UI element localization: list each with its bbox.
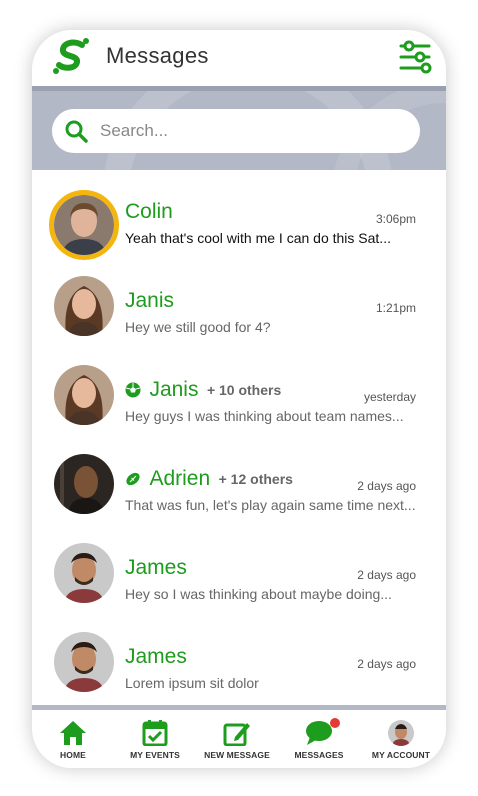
home-icon xyxy=(60,721,86,745)
conversation-title: James xyxy=(125,645,187,673)
filter-settings-icon[interactable] xyxy=(398,40,432,74)
football-icon xyxy=(126,472,140,486)
conversation-item[interactable]: James 2 days ago Lorem ipsum sit dolor xyxy=(32,615,446,703)
nav-label: MY EVENTS xyxy=(130,750,180,760)
contact-name: Janis xyxy=(125,289,175,312)
avatar xyxy=(54,454,114,514)
conversation-title: Colin xyxy=(125,200,173,228)
avatar xyxy=(388,720,414,746)
conversation-list: Colin 3:06pm Yeah that's cool with me I … xyxy=(32,170,446,705)
conversation-title: Janis + 10 others xyxy=(125,378,281,406)
contact-name: James xyxy=(125,556,187,579)
contact-name: James xyxy=(125,645,187,668)
conversation-item[interactable]: James 2 days ago Hey so I was thinking a… xyxy=(32,526,446,614)
search-icon xyxy=(65,120,88,143)
search-bar[interactable] xyxy=(52,109,420,153)
timestamp: 3:06pm xyxy=(375,212,416,226)
avatar xyxy=(54,543,114,603)
timestamp: 2 days ago xyxy=(357,657,416,671)
nav-label: MY ACCOUNT xyxy=(371,750,431,760)
nav-my-account[interactable]: MY ACCOUNT xyxy=(360,714,442,766)
message-preview: Hey so I was thinking about maybe doing.… xyxy=(125,586,392,602)
message-preview: That was fun, let's play again same time… xyxy=(125,497,416,513)
nav-my-events[interactable]: MY EVENTS xyxy=(114,714,196,766)
contact-name: Adrien xyxy=(149,467,211,490)
conversation-item[interactable]: Colin 3:06pm Yeah that's cool with me I … xyxy=(32,170,446,260)
nav-messages[interactable]: MESSAGES xyxy=(278,714,360,766)
chat-bubble-icon xyxy=(306,721,332,745)
nav-label: NEW MESSAGE xyxy=(204,750,270,760)
avatar xyxy=(49,190,119,260)
timestamp: 2 days ago xyxy=(357,568,416,582)
contact-name: Janis xyxy=(149,378,199,401)
avatar xyxy=(54,632,114,692)
conversation-title: Adrien + 12 others xyxy=(125,467,293,495)
message-preview: Lorem ipsum sit dolor xyxy=(125,675,259,691)
notification-dot xyxy=(330,718,340,728)
conversation-item[interactable]: Adrien + 12 others 2 days ago That was f… xyxy=(32,437,446,525)
timestamp: yesterday xyxy=(363,390,416,404)
calendar-check-icon xyxy=(142,720,168,746)
avatar xyxy=(54,365,114,425)
nav-label: HOME xyxy=(60,750,86,760)
app-header: Messages xyxy=(32,30,446,86)
conversation-title: James xyxy=(125,556,187,584)
nav-new-message[interactable]: NEW MESSAGE xyxy=(196,714,278,766)
participants-count: + 12 others xyxy=(218,471,293,487)
compose-icon xyxy=(223,723,250,746)
message-preview: Hey guys I was thinking about team names… xyxy=(125,408,404,424)
conversation-title: Janis xyxy=(125,289,174,317)
nav-label: MESSAGES xyxy=(294,750,344,760)
timestamp: 2 days ago xyxy=(357,479,416,493)
page-title: Messages xyxy=(106,43,209,68)
participants-count: + 10 others xyxy=(206,382,282,398)
app-logo[interactable] xyxy=(52,36,92,76)
message-preview: Hey we still good for 4? xyxy=(125,319,271,335)
search-input[interactable] xyxy=(100,116,400,146)
soccer-ball-icon xyxy=(125,382,141,398)
contact-name: Colin xyxy=(125,200,173,223)
nav-home[interactable]: HOME xyxy=(32,714,114,766)
bottom-nav: HOME MY EVENTS NEW MESSAGE MESSAGES MY A… xyxy=(32,705,446,768)
search-banner xyxy=(32,86,446,170)
message-preview: Yeah that's cool with me I can do this S… xyxy=(125,230,391,246)
timestamp: 1:21pm xyxy=(375,301,416,315)
phone-frame: Messages Colin xyxy=(32,30,446,768)
conversation-item[interactable]: Janis 1:21pm Hey we still good for 4? xyxy=(32,259,446,347)
conversation-item[interactable]: Janis + 10 others yesterday Hey guys I w… xyxy=(32,348,446,436)
avatar xyxy=(54,276,114,336)
